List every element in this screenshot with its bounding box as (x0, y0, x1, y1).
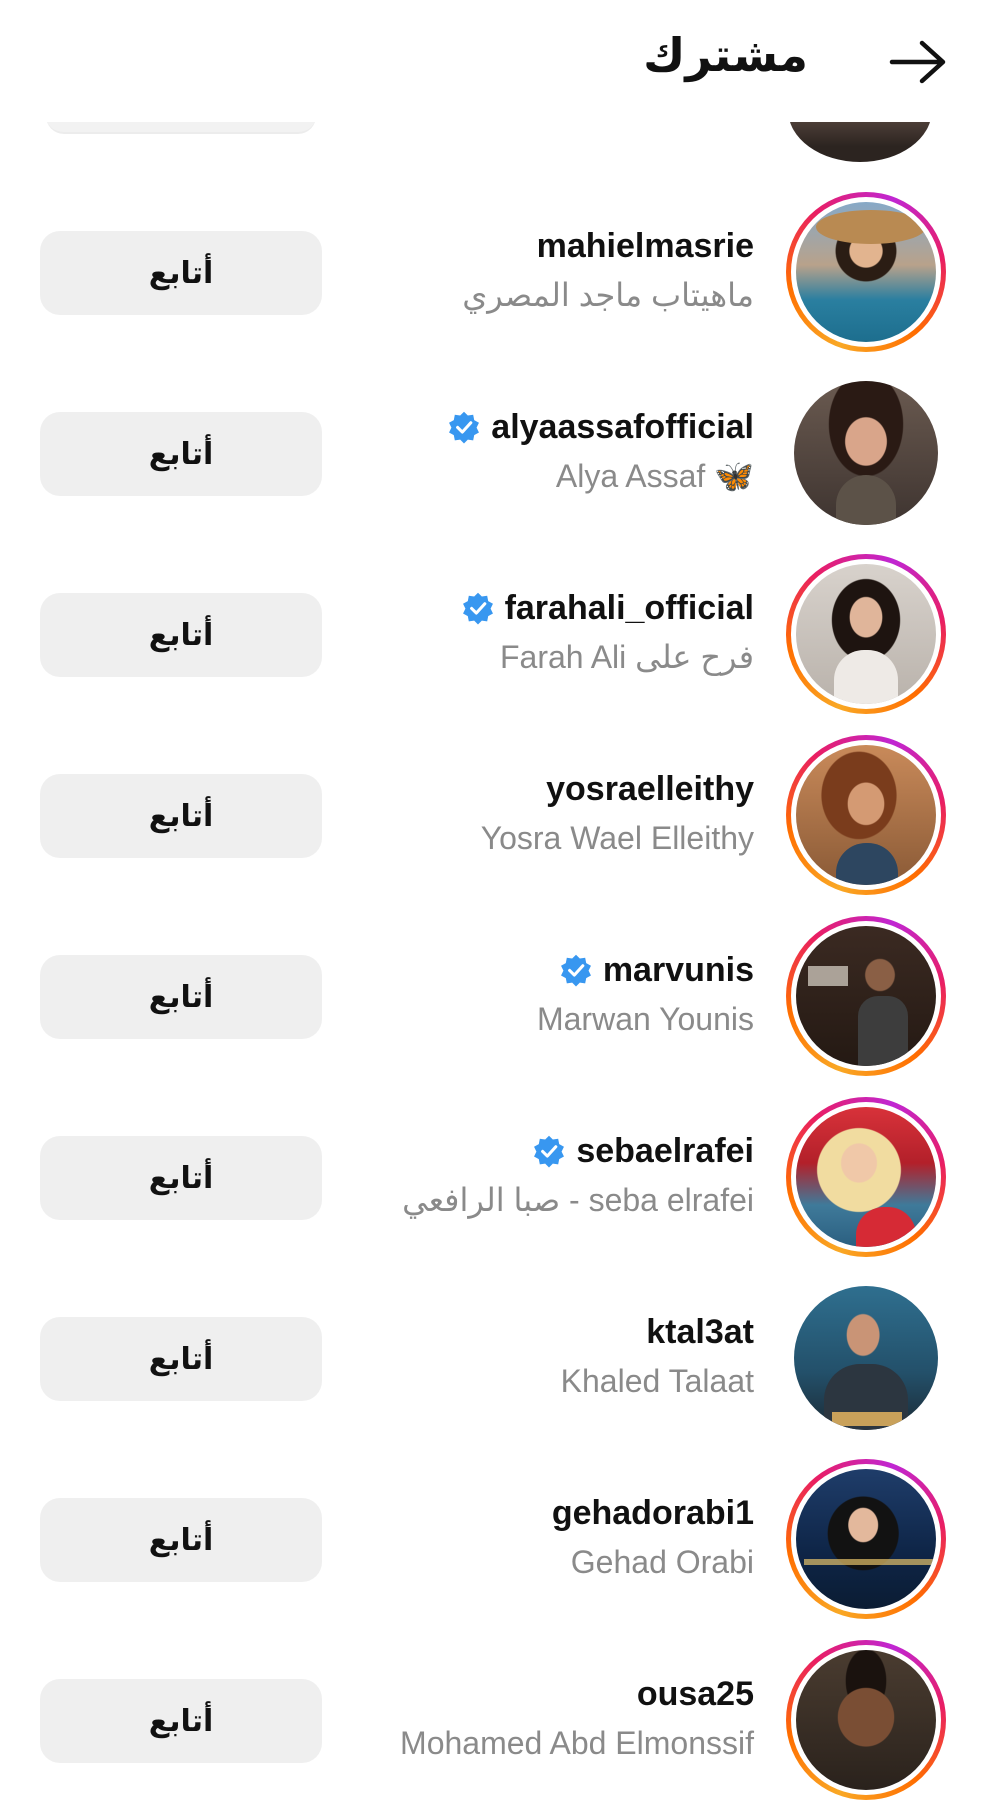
list-item: alyaassafofficial Alya Assaf 🦋 أتابع (0, 362, 986, 543)
username[interactable]: marvunis (603, 951, 754, 990)
follow-button[interactable]: أتابع (40, 1679, 322, 1763)
username[interactable]: ktal3at (646, 1313, 754, 1352)
username[interactable]: alyaassafofficial (491, 408, 754, 447)
list-item: mahielmasrie ماهيتاب ماجد المصري أتابع (0, 181, 986, 362)
username[interactable]: yosraelleithy (546, 770, 754, 809)
avatar[interactable] (786, 1278, 946, 1438)
list-item: gehadorabi1 Gehad Orabi أتابع (0, 1448, 986, 1629)
follow-button[interactable]: أتابع (40, 1317, 322, 1401)
username[interactable]: gehadorabi1 (552, 1494, 754, 1533)
avatar[interactable] (786, 1459, 946, 1619)
list-item: ktal3at Khaled Talaat أتابع (0, 1267, 986, 1448)
header: مشترك (0, 0, 986, 122)
verified-badge-icon (449, 411, 480, 444)
username[interactable]: mahielmasrie (537, 227, 754, 266)
username[interactable]: ousa25 (637, 1675, 754, 1714)
follow-button[interactable]: أتابع (40, 593, 322, 677)
verified-badge-icon (560, 954, 591, 987)
list-item: yosraelleithy Yosra Wael Elleithy أتابع (0, 724, 986, 905)
follow-button[interactable]: أتابع (40, 1498, 322, 1582)
avatar[interactable] (786, 373, 946, 533)
avatar[interactable] (786, 1097, 946, 1257)
back-button[interactable] (886, 32, 950, 92)
list-item: marvunis Marwan Younis أتابع (0, 905, 986, 1086)
follow-button[interactable]: أتابع (40, 1136, 322, 1220)
follow-button[interactable]: أتابع (40, 412, 322, 496)
username[interactable]: farahali_official (505, 589, 754, 628)
verified-badge-icon (462, 592, 493, 625)
arrow-right-icon (889, 40, 946, 84)
list-item: farahali_official Farah Ali فرح على أتاب… (0, 543, 986, 724)
follow-button[interactable]: أتابع (40, 955, 322, 1039)
avatar[interactable] (786, 192, 946, 352)
avatar[interactable] (786, 1640, 946, 1800)
avatar[interactable] (786, 916, 946, 1076)
avatar[interactable] (786, 554, 946, 714)
username[interactable]: sebaelrafei (576, 1132, 754, 1171)
page-title: مشترك (643, 28, 808, 82)
list-item: ousa25 Mohamed Abd Elmonssif أتابع (0, 1629, 986, 1810)
list-item: sebaelrafei seba elrafei - صبا الرافعي أ… (0, 1086, 986, 1267)
follow-button[interactable]: أتابع (40, 774, 322, 858)
follow-button[interactable]: أتابع (40, 231, 322, 315)
verified-badge-icon (534, 1135, 565, 1168)
avatar[interactable] (786, 735, 946, 895)
